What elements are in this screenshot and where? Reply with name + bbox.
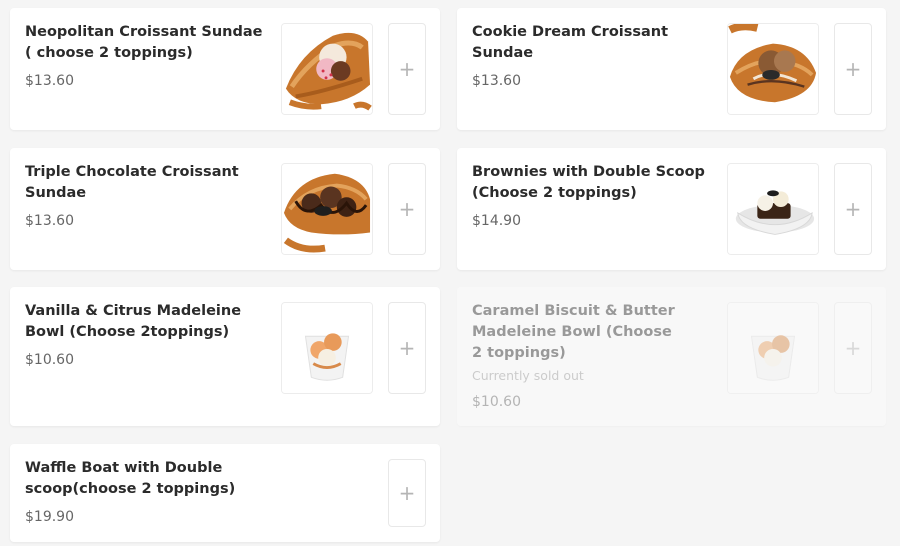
menu-item-image[interactable] bbox=[727, 163, 819, 255]
madeleine-bowl-image bbox=[728, 303, 818, 393]
croissant-sundae-image bbox=[728, 24, 818, 114]
menu-item-name: Vanilla & Citrus Madeleine Bowl (Choose … bbox=[25, 303, 242, 340]
add-to-cart-button[interactable]: + bbox=[388, 302, 426, 394]
plus-icon: + bbox=[844, 57, 862, 81]
menu-item-name: Cookie Dream Croissant Sundae bbox=[472, 24, 669, 61]
menu-item-name: Waffle Boat with Double scoop(choose 2 t… bbox=[25, 460, 236, 497]
add-to-cart-button[interactable]: + bbox=[834, 163, 872, 255]
menu-item-price: $19.90 bbox=[25, 509, 74, 525]
menu-item-info: Brownies with Double Scoop (Choose 2 top… bbox=[472, 162, 712, 231]
add-to-cart-button[interactable]: + bbox=[388, 459, 426, 527]
menu-item-price: $13.60 bbox=[25, 73, 74, 89]
add-to-cart-button[interactable]: + bbox=[388, 23, 426, 115]
menu-item-price: $13.60 bbox=[472, 73, 521, 89]
menu-item-card[interactable]: Brownies with Double Scoop (Choose 2 top… bbox=[457, 148, 886, 270]
plus-icon: + bbox=[398, 197, 416, 221]
menu-item-info: Caramel Biscuit & Butter Madeleine Bowl … bbox=[472, 301, 682, 412]
plus-icon: + bbox=[844, 197, 862, 221]
menu-item-image[interactable] bbox=[281, 23, 373, 115]
menu-item-price: $10.60 bbox=[472, 394, 521, 410]
menu-item-image bbox=[727, 302, 819, 394]
menu-item-card[interactable]: Cookie Dream Croissant Sundae $13.60 + bbox=[457, 8, 886, 130]
menu-item-card[interactable]: Neopolitan Croissant Sundae ( choose 2 t… bbox=[10, 8, 440, 130]
menu-item-price: $10.60 bbox=[25, 352, 74, 368]
menu-item-info: Waffle Boat with Double scoop(choose 2 t… bbox=[25, 458, 325, 527]
menu-item-card-sold-out: Caramel Biscuit & Butter Madeleine Bowl … bbox=[457, 287, 886, 426]
menu-item-name: Caramel Biscuit & Butter Madeleine Bowl … bbox=[472, 303, 675, 361]
menu-item-card[interactable]: Vanilla & Citrus Madeleine Bowl (Choose … bbox=[10, 287, 440, 426]
croissant-sundae-image bbox=[282, 164, 372, 254]
menu-item-info: Neopolitan Croissant Sundae ( choose 2 t… bbox=[25, 22, 265, 91]
menu-item-info: Vanilla & Citrus Madeleine Bowl (Choose … bbox=[25, 301, 265, 370]
menu-item-name: Neopolitan Croissant Sundae ( choose 2 t… bbox=[25, 24, 263, 61]
menu-item-card[interactable]: Triple Chocolate Croissant Sundae $13.60… bbox=[10, 148, 440, 270]
add-to-cart-button: + bbox=[834, 302, 872, 394]
menu-item-card[interactable]: Waffle Boat with Double scoop(choose 2 t… bbox=[10, 444, 440, 542]
menu-item-name: Brownies with Double Scoop (Choose 2 top… bbox=[472, 164, 705, 201]
menu-item-name: Triple Chocolate Croissant Sundae bbox=[25, 164, 239, 201]
brownie-bowl-image bbox=[728, 164, 818, 254]
menu-item-price: $13.60 bbox=[25, 213, 74, 229]
menu-item-image[interactable] bbox=[281, 163, 373, 255]
menu-item-price: $14.90 bbox=[472, 213, 521, 229]
plus-icon: + bbox=[844, 336, 862, 360]
sold-out-status: Currently sold out bbox=[472, 368, 584, 383]
menu-item-image[interactable] bbox=[281, 302, 373, 394]
plus-icon: + bbox=[398, 481, 416, 505]
madeleine-bowl-image bbox=[282, 303, 372, 393]
add-to-cart-button[interactable]: + bbox=[388, 163, 426, 255]
plus-icon: + bbox=[398, 57, 416, 81]
menu-item-info: Triple Chocolate Croissant Sundae $13.60 bbox=[25, 162, 270, 231]
menu-item-info: Cookie Dream Croissant Sundae $13.60 bbox=[472, 22, 712, 91]
menu-item-image[interactable] bbox=[727, 23, 819, 115]
add-to-cart-button[interactable]: + bbox=[834, 23, 872, 115]
croissant-sundae-image bbox=[282, 24, 372, 114]
plus-icon: + bbox=[398, 336, 416, 360]
